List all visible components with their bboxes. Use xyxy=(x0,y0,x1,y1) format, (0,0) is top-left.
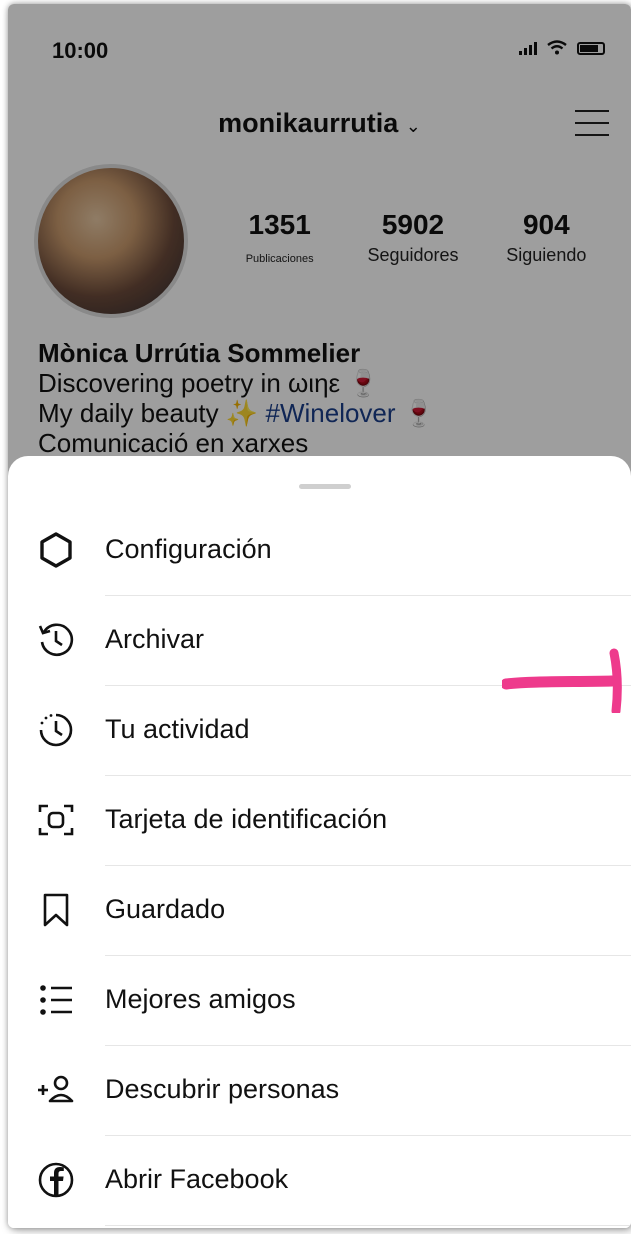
options-sheet: Configuración Archivar Tu actividad Tarj… xyxy=(8,456,631,1228)
menu-item-discover-people[interactable]: Descubrir personas xyxy=(8,1046,631,1136)
sheet-handle[interactable] xyxy=(299,484,351,489)
menu-item-label: Mejores amigos xyxy=(105,984,296,1014)
phone-screen: 10:00 monikaurrutia ⌄ 1351 Publicaciones… xyxy=(8,4,631,1228)
menu-item-open-facebook[interactable]: Abrir Facebook xyxy=(8,1136,631,1226)
menu-item-label: Abrir Facebook xyxy=(105,1164,289,1194)
facebook-icon xyxy=(38,1162,74,1198)
menu-item-label: Descubrir personas xyxy=(105,1074,340,1104)
menu-item-nametag[interactable]: Tarjeta de identificación xyxy=(8,776,631,866)
menu-item-label: Archivar xyxy=(105,624,205,654)
nametag-icon xyxy=(38,804,74,836)
menu-item-label: Tarjeta de identificación xyxy=(105,804,388,834)
add-person-icon xyxy=(38,1075,74,1103)
menu-item-label: Tu actividad xyxy=(105,714,250,744)
archive-icon xyxy=(38,623,74,657)
close-friends-icon xyxy=(40,985,72,1015)
annotation-arrow-icon xyxy=(502,648,622,713)
menu-item-label: Guardado xyxy=(105,894,226,924)
settings-icon xyxy=(40,532,72,568)
menu-item-saved[interactable]: Guardado xyxy=(8,866,631,956)
activity-icon xyxy=(39,713,73,747)
menu-item-settings[interactable]: Configuración xyxy=(8,506,631,596)
menu-item-close-friends[interactable]: Mejores amigos xyxy=(8,956,631,1046)
modal-overlay[interactable] xyxy=(8,4,631,504)
divider xyxy=(105,1225,631,1226)
bookmark-icon xyxy=(43,893,69,927)
menu-item-label: Configuración xyxy=(105,534,272,564)
